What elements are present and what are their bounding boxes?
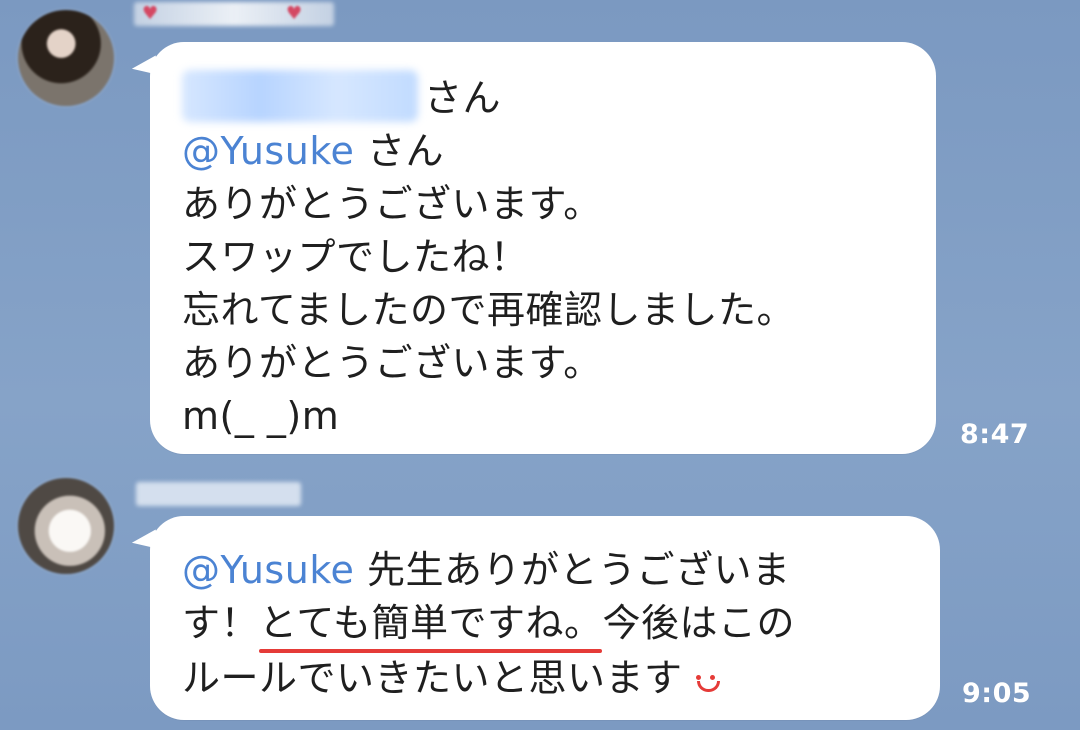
message-text: 先生ありがとうございま: [366, 548, 791, 592]
underlined-text: とても簡単ですね。: [259, 597, 603, 653]
heart-icon: ♥: [142, 3, 159, 24]
message-timestamp-2: 9:05: [962, 678, 1032, 709]
blurred-sender-name-2: [136, 482, 301, 506]
message-timestamp-1: 8:47: [960, 419, 1030, 450]
mention-link[interactable]: @Yusuke: [182, 548, 354, 592]
honorific-text: さん: [366, 129, 444, 173]
message-line-2: す！とても簡単ですね。今後はこの: [182, 597, 900, 653]
message-bubble-2[interactable]: @Yusuke 先生ありがとうございま す！とても簡単ですね。今後はこの ルール…: [150, 516, 940, 720]
honorific-text: さん: [424, 76, 502, 120]
message-line-4: スワップでしたね！: [182, 235, 529, 279]
message-bubble-1[interactable]: さん @Yusuke さん ありがとうございます。 スワップでしたね！ 忘れてま…: [150, 42, 936, 454]
message-line-1: @Yusuke 先生ありがとうございま: [182, 544, 900, 597]
sender-avatar-2[interactable]: [18, 478, 114, 574]
message-content-2: @Yusuke 先生ありがとうございま す！とても簡単ですね。今後はこの ルール…: [182, 544, 900, 705]
message-line-7: m(_ _)m: [182, 394, 340, 438]
blurred-mention-name: [182, 70, 418, 122]
message-line-3: ありがとうございます。: [182, 182, 602, 226]
smile-icon: [693, 673, 720, 693]
mention-link[interactable]: @Yusuke: [182, 129, 354, 173]
message-line-6: ありがとうございます。: [182, 341, 602, 385]
message-line-1: さん: [182, 70, 896, 125]
message-content-1: さん @Yusuke さん ありがとうございます。 スワップでしたね！ 忘れてま…: [182, 70, 896, 443]
message-line-5: 忘れてましたので再確認しました。: [182, 288, 795, 332]
message-text: 今後はこの: [602, 601, 795, 645]
heart-icon: ♥: [286, 3, 303, 24]
message-text: す！: [182, 601, 260, 645]
message-line-2: @Yusuke さん: [182, 125, 896, 178]
blurred-sender-name-1: [134, 2, 334, 26]
sender-avatar-1[interactable]: [18, 10, 114, 106]
message-line-3: ルールでいきたいと思います: [182, 652, 900, 705]
message-text: ルールでいきたいと思います: [182, 656, 683, 700]
